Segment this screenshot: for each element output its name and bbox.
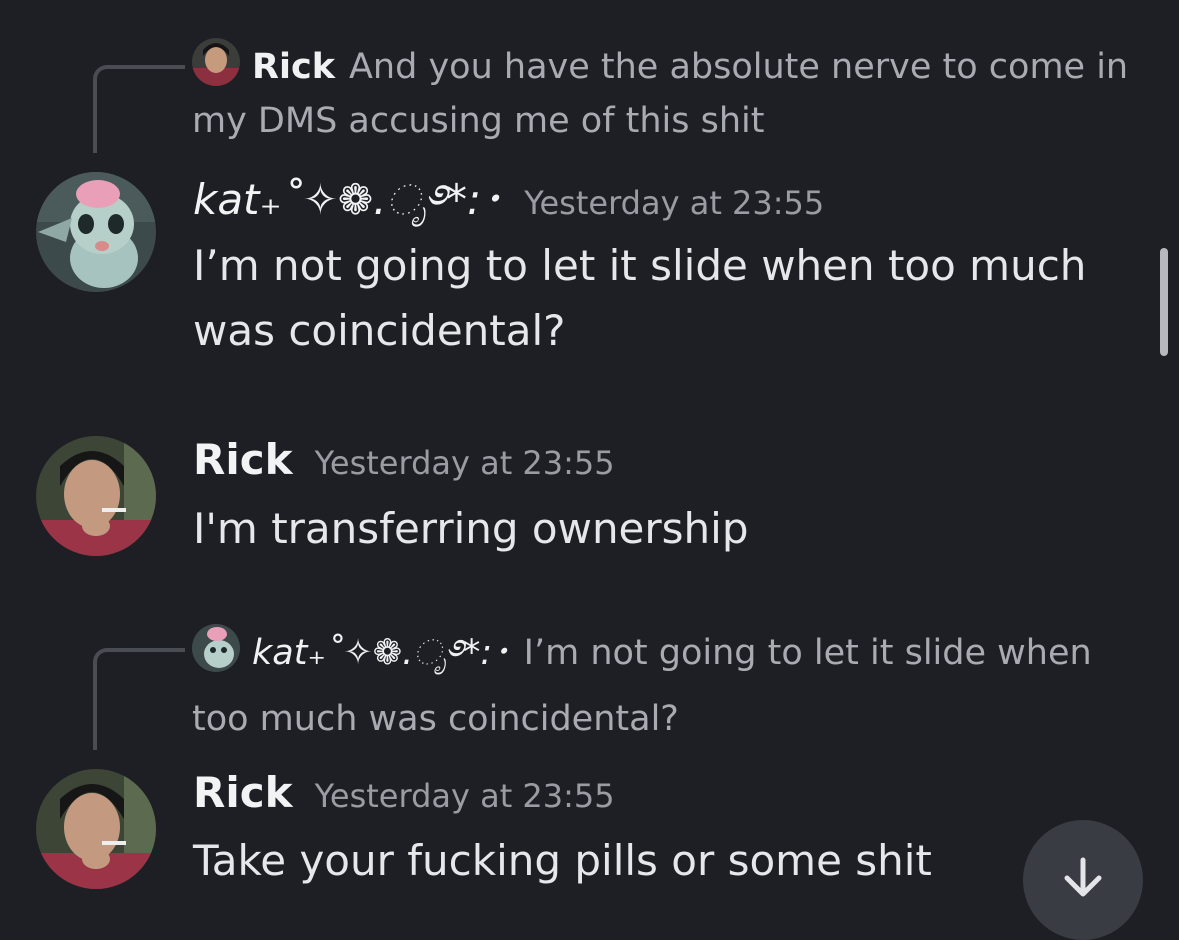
message-header: Rick Yesterday at 23:55 — [193, 765, 615, 830]
jump-to-present-button[interactable] — [1023, 820, 1143, 940]
avatar-rick[interactable] — [36, 436, 156, 556]
timestamp: Yesterday at 23:55 — [314, 777, 615, 815]
reply-avatar-kat[interactable] — [192, 624, 240, 672]
message-text: I’m not going to let it slide when too m… — [193, 241, 1087, 355]
message-text: Take your fucking pills or some shit — [193, 836, 932, 885]
reply-spine — [93, 648, 185, 750]
author-name[interactable]: Rick — [193, 768, 293, 817]
reply-spine — [93, 65, 185, 153]
message-text: I'm transferring ownership — [193, 504, 749, 553]
avatar-kat[interactable] — [36, 172, 156, 292]
avatar-rick[interactable] — [36, 769, 156, 889]
arrow-down-icon — [1064, 857, 1102, 897]
timestamp: Yesterday at 23:55 — [314, 444, 615, 482]
author-name[interactable]: kat₊˚✧❁.ೃ࿔*:･ — [193, 175, 502, 224]
reply-author[interactable]: Rick — [252, 47, 335, 87]
author-name[interactable]: Rick — [193, 435, 293, 484]
message-header: kat₊˚✧❁.ೃ࿔*:･ Yesterday at 23:55 — [193, 172, 824, 237]
reply-preview[interactable]: Rick And you have the absolute nerve to c… — [192, 38, 1149, 148]
reply-preview[interactable]: kat₊˚✧❁.ೃ࿔*:･ I’m not going to let it sli… — [192, 620, 1149, 752]
reply-author[interactable]: kat₊˚✧❁.ೃ࿔*:･ — [252, 633, 510, 673]
scrollbar-thumb[interactable] — [1160, 248, 1168, 356]
timestamp: Yesterday at 23:55 — [524, 184, 825, 222]
message-header: Rick Yesterday at 23:55 — [193, 432, 615, 497]
reply-avatar-rick[interactable] — [192, 38, 240, 86]
